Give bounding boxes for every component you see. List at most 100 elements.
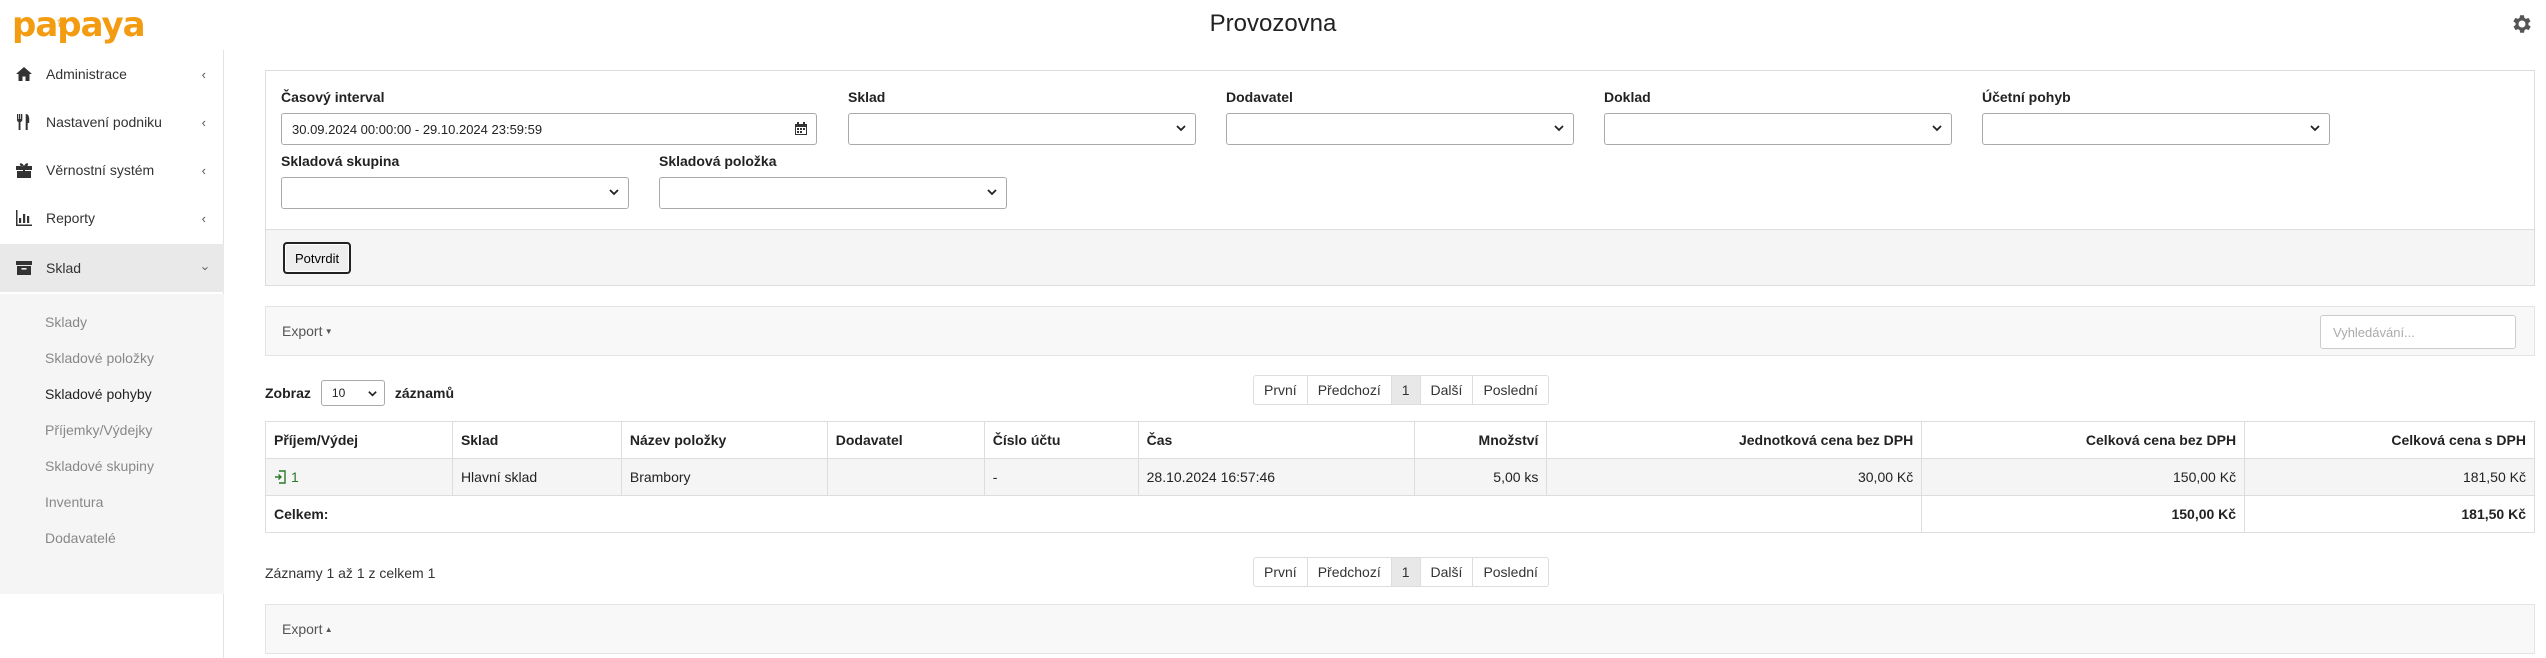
skladova-skupina-select[interactable] [281,177,629,209]
sidebar-item-reporty[interactable]: Reporty ‹ [0,194,224,242]
col-dodavatel[interactable]: Dodavatel [826,421,985,459]
home-icon [16,67,32,81]
submenu-item-inventura[interactable]: Inventura [45,494,103,510]
submenu-item-dodavatele[interactable]: Dodavatelé [45,530,116,546]
cell-sklad: Hlavní sklad [451,458,622,496]
pagination-top: První Předchozí 1 Další Poslední [1253,375,1549,405]
calendar-icon [795,122,807,135]
sklad-select[interactable] [848,113,1196,145]
submenu-item-skladove-pohyby[interactable]: Skladové pohyby [45,386,152,402]
confirm-button[interactable]: Potvrdit [283,242,352,274]
submenu-item-prijemky-vydejky[interactable]: Příjemky/Výdejky [45,422,152,438]
dodavatel-select[interactable] [1226,113,1574,145]
interval-value: 30.09.2024 00:00:00 - 29.10.2024 23:59:5… [292,121,543,137]
submenu-item-skladove-polozky[interactable]: Skladové položky [45,350,154,366]
cutlery-icon [17,114,30,130]
page-current[interactable]: 1 [1391,558,1421,586]
chevron-left-icon: ‹ [201,162,206,178]
pagination-bottom: První Předchozí 1 Další Poslední [1253,557,1549,587]
chevron-down-icon [2310,125,2320,132]
search-input[interactable] [2320,315,2516,349]
cell-celkova-s: 181,50 Kč [2244,458,2535,496]
page-first[interactable]: První [1254,558,1308,586]
sklad-submenu: Sklady Skladové položky Skladové pohyby … [0,294,224,594]
page-prev[interactable]: Předchozí [1308,558,1392,586]
record-id-link[interactable]: 1 [291,469,299,485]
sidebar: Administrace ‹ Nastavení podniku ‹ Věrno… [0,50,224,658]
sklad-label: Sklad [848,89,886,105]
length-suffix: záznamů [394,385,455,401]
ucetni-pohyb-select[interactable] [1982,113,2330,145]
chevron-down-icon [1176,125,1186,132]
sidebar-item-sklad[interactable]: Sklad ‹ [0,244,224,292]
chevron-down-icon [1932,125,1942,132]
export-label: Export [282,323,323,339]
page-next[interactable]: Další [1421,376,1474,404]
col-prijem-vydej[interactable]: Příjem/Výdej [265,421,453,459]
bar-chart-icon [16,210,32,226]
chevron-left-icon: ‹ [201,114,206,130]
records-info: Záznamy 1 až 1 z celkem 1 [265,565,436,581]
export-bar-top: Export ▼ [265,306,2535,356]
page-length-control: Zobraz 10 záznamů [265,380,454,406]
cell-jednotkova: 30,00 Kč [1546,458,1923,496]
page-last[interactable]: Poslední [1473,376,1547,404]
page-prev[interactable]: Předchozí [1308,376,1392,404]
export-dropdown-top[interactable]: Export ▼ [282,323,333,339]
submenu-item-sklady[interactable]: Sklady [45,314,87,330]
submenu-item-skladove-skupiny[interactable]: Skladové skupiny [45,458,154,474]
chevron-down-icon [609,189,619,196]
chevron-down-icon [987,189,997,196]
sidebar-item-label: Reporty [46,210,96,226]
length-prefix: Zobraz [265,385,311,401]
caret-down-icon: ▼ [322,327,333,336]
col-celkova-cena-bez-dph[interactable]: Celková cena bez DPH [1921,421,2246,459]
cell-dodavatel [826,458,985,496]
table-row: 1 Hlavní sklad Brambory - 28.10.2024 16:… [265,458,2535,496]
page-next[interactable]: Další [1421,558,1474,586]
col-cas[interactable]: Čas [1137,421,1416,459]
page-title: Provozovna [1209,10,1337,37]
cell-prijem-vydej[interactable]: 1 [265,458,453,496]
col-jednotkova-cena[interactable]: Jednotková cena bez DPH [1546,421,1923,459]
page-current[interactable]: 1 [1391,376,1421,404]
dodavatel-label: Dodavatel [1226,89,1293,105]
cell-cas: 28.10.2024 16:57:46 [1137,458,1416,496]
gear-icon[interactable] [2510,12,2534,36]
filter-footer: Potvrdit [266,229,2534,285]
table-header-row: Příjem/Výdej Sklad Název položky Dodavat… [265,421,2535,459]
sidebar-item-nastaveni-podniku[interactable]: Nastavení podniku ‹ [0,98,224,146]
col-sklad[interactable]: Sklad [451,421,622,459]
archive-box-icon [16,261,32,275]
page-length-select[interactable]: 10 [320,380,385,406]
table-footer-row: Celkem: 150,00 Kč 181,50 Kč [264,495,2535,533]
skladova-skupina-label: Skladová skupina [281,153,400,169]
sidebar-item-administrace[interactable]: Administrace ‹ [0,50,224,98]
col-cislo-uctu[interactable]: Číslo účtu [983,421,1139,459]
chevron-left-icon: ‹ [201,66,206,82]
sign-in-icon [275,470,286,484]
doklad-select[interactable] [1604,113,1952,145]
sidebar-item-vernostni-system[interactable]: Věrnostní systém ‹ [0,146,224,194]
footer-total-s: 181,50 Kč [2244,495,2535,533]
interval-label: Časový interval [281,89,385,105]
export-dropdown-bottom[interactable]: Export ▲ [282,621,333,637]
col-mnozstvi[interactable]: Množství [1414,421,1548,459]
caret-up-icon: ▲ [322,625,333,634]
filter-panel: Časový interval 30.09.2024 00:00:00 - 29… [265,70,2535,286]
chevron-down-icon: ‹ [196,265,212,271]
chevron-down-icon [1554,125,1564,132]
sidebar-item-label: Nastavení podniku [46,114,162,130]
col-celkova-cena-s-dph[interactable]: Celková cena s DPH [2244,421,2535,459]
doklad-label: Doklad [1604,89,1651,105]
sidebar-item-label: Sklad [46,260,82,276]
skladova-polozka-select[interactable] [659,177,1007,209]
page-first[interactable]: První [1254,376,1308,404]
page-length-value: 10 [331,386,346,400]
cell-celkova-bez: 150,00 Kč [1921,458,2246,496]
sidebar-item-label: Věrnostní systém [46,162,155,178]
interval-input[interactable]: 30.09.2024 00:00:00 - 29.10.2024 23:59:5… [281,113,817,145]
cell-mnozstvi: 5,00 ks [1414,458,1548,496]
page-last[interactable]: Poslední [1473,558,1547,586]
col-nazev-polozky[interactable]: Název položky [620,421,828,459]
